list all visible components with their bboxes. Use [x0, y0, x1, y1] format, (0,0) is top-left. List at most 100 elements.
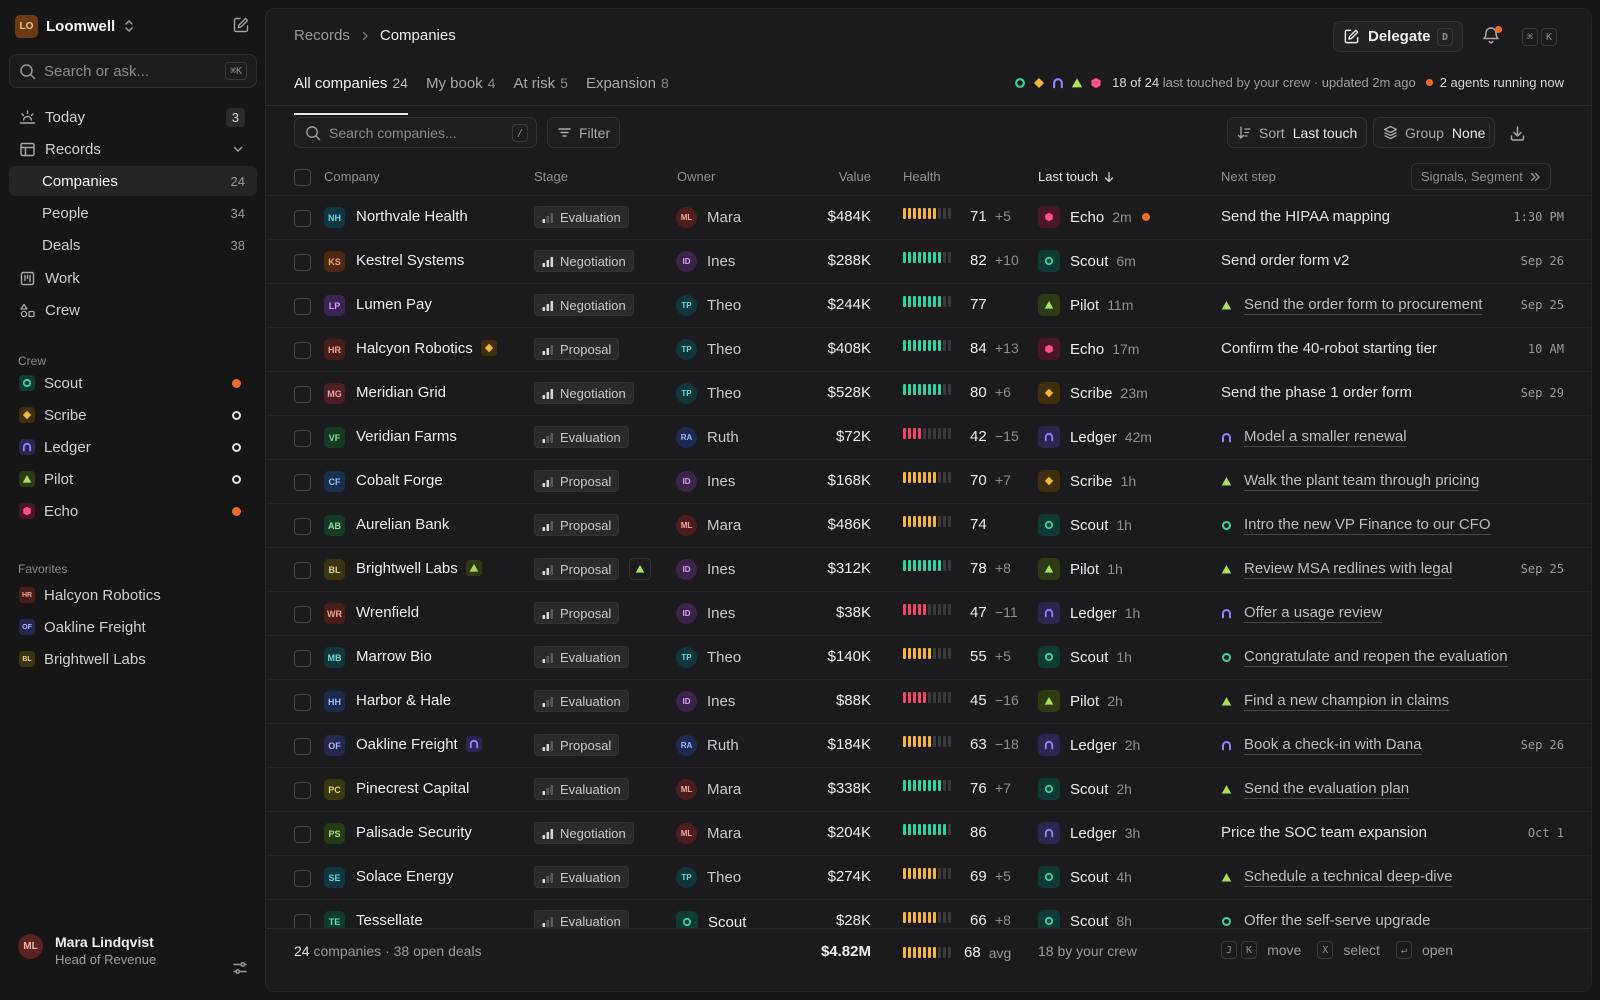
row-checkbox[interactable] [294, 298, 311, 315]
next-step-cell[interactable]: Model a smaller renewal [1221, 428, 1407, 447]
next-step-cell[interactable]: Find a new champion in claims [1221, 692, 1450, 711]
company-name-cell[interactable]: Kestrel Systems [356, 252, 464, 269]
group-button[interactable]: Group None [1373, 117, 1496, 148]
delegate-button[interactable]: Delegate D [1333, 21, 1463, 52]
sidebar-search-input[interactable] [44, 62, 214, 80]
stage-pill[interactable]: Negotiation [534, 382, 634, 404]
next-step-link[interactable]: Model a smaller renewal [1244, 428, 1407, 447]
crew-item-ledger[interactable]: Ledger [9, 432, 257, 462]
table-row[interactable]: PC Pinecrest Capital Evaluation ML Mara $338K… [266, 767, 1591, 811]
company-search[interactable]: / [294, 117, 537, 148]
next-step-link[interactable]: Find a new champion in claims [1244, 692, 1450, 711]
next-step-link[interactable]: Review MSA redlines with legal [1244, 560, 1453, 579]
next-step-link[interactable]: Schedule a technical deep-dive [1244, 868, 1453, 887]
row-checkbox[interactable] [294, 738, 311, 755]
column-health[interactable]: Health [903, 169, 941, 184]
owner-cell[interactable]: TP Theo [676, 647, 741, 668]
column-value[interactable]: Value [839, 169, 871, 184]
table-row[interactable]: HH Harbor & Hale Evaluation ID Ines $88K 45 −16… [266, 679, 1591, 723]
company-name-cell[interactable]: Lumen Pay [356, 296, 432, 313]
next-step-cell[interactable]: Price the SOC team expansion [1221, 824, 1427, 841]
stage-pill[interactable]: Proposal [534, 558, 620, 580]
owner-cell[interactable]: RA Ruth [676, 735, 739, 756]
stage-pill[interactable]: Evaluation [534, 866, 629, 888]
tab-expansion[interactable]: Expansion 8 [586, 73, 669, 113]
table-row[interactable]: PS Palisade Security Negotiation ML Mara $204… [266, 811, 1591, 855]
row-checkbox[interactable] [294, 826, 311, 843]
company-name-cell[interactable]: Cobalt Forge [356, 472, 443, 489]
sidebar-item-crew[interactable]: Crew [9, 295, 257, 325]
stage-pill[interactable]: Evaluation [534, 778, 629, 800]
stage-pill[interactable]: Proposal [534, 470, 620, 492]
next-step-cell[interactable]: Send the evaluation plan [1221, 780, 1410, 799]
last-touch-cell[interactable]: Scout 4h [1038, 866, 1132, 888]
next-step-cell[interactable]: Send the HIPAA mapping [1221, 208, 1390, 225]
next-step-cell[interactable]: Schedule a technical deep-dive [1221, 868, 1453, 887]
next-step-cell[interactable]: Intro the new VP Finance to our CFO [1221, 516, 1491, 535]
table-row[interactable]: AB Aurelian Bank Proposal ML Mara $486K 74 Scou… [266, 503, 1591, 547]
crew-item-scribe[interactable]: Scribe [9, 400, 257, 430]
row-checkbox[interactable] [294, 650, 311, 667]
last-touch-cell[interactable]: Scout 1h [1038, 646, 1132, 668]
company-name-cell[interactable]: Palisade Security [356, 824, 472, 841]
compose-icon[interactable] [232, 16, 250, 34]
company-name-cell[interactable]: Solace Energy [356, 868, 454, 885]
tab-all-companies[interactable]: All companies 24 [294, 73, 408, 115]
next-step-cell[interactable]: Congratulate and reopen the evaluation [1221, 648, 1508, 667]
breadcrumb-parent[interactable]: Records [294, 27, 350, 44]
sort-button[interactable]: Sort Last touch [1227, 117, 1368, 148]
table-row[interactable]: OF Oakline Freight Proposal RA Ruth $184K 63 −1… [266, 723, 1591, 767]
stage-pill[interactable]: Evaluation [534, 646, 629, 668]
next-step-cell[interactable]: Offer a usage review [1221, 604, 1383, 623]
next-step-link[interactable]: Intro the new VP Finance to our CFO [1244, 516, 1491, 535]
column-last-touch[interactable]: Last touch [1038, 169, 1114, 184]
next-step-link[interactable]: Offer a usage review [1244, 604, 1383, 623]
row-checkbox[interactable] [294, 870, 311, 887]
company-search-input[interactable] [329, 124, 509, 141]
sidebar-item-people[interactable]: People 34 [9, 198, 257, 228]
select-all-checkbox[interactable] [294, 169, 311, 186]
command-menu-shortcut[interactable]: ⌘ K [1522, 28, 1558, 46]
next-step-cell[interactable]: Send order form v2 [1221, 252, 1349, 269]
table-row[interactable]: VF Veridian Farms Evaluation RA Ruth $72K 42 −1… [266, 415, 1591, 459]
chevron-down-icon[interactable] [232, 143, 244, 155]
company-name-cell[interactable]: Northvale Health [356, 208, 468, 225]
company-name-cell[interactable]: Brightwell Labs [356, 560, 482, 577]
table-row[interactable]: SE Solace Energy Evaluation TP Theo $274K 69 +5… [266, 855, 1591, 899]
last-touch-cell[interactable]: Scribe 23m [1038, 382, 1148, 404]
sidebar-item-companies[interactable]: Companies 24 [9, 166, 257, 196]
row-checkbox[interactable] [294, 386, 311, 403]
company-name-cell[interactable]: Pinecrest Capital [356, 780, 469, 797]
owner-cell[interactable]: ID Ines [676, 471, 735, 492]
column-company[interactable]: Company [324, 169, 380, 184]
table-row[interactable]: KS Kestrel Systems Negotiation ID Ines $288K 8… [266, 239, 1591, 283]
stage-pill[interactable]: Proposal [534, 514, 620, 536]
download-icon[interactable] [1509, 125, 1526, 142]
column-next-step[interactable]: Next step [1221, 169, 1276, 184]
crew-item-scout[interactable]: Scout [9, 368, 257, 398]
company-name-cell[interactable]: Tessellate [356, 912, 423, 929]
company-name-cell[interactable]: Wrenfield [356, 604, 419, 621]
sidebar-item-today[interactable]: Today 3 [9, 102, 257, 132]
user-profile[interactable]: ML Mara Lindqvist Head of Revenue [18, 934, 156, 967]
last-touch-cell[interactable]: Pilot 2h [1038, 690, 1123, 712]
next-step-cell[interactable]: Send the phase 1 order form [1221, 384, 1412, 401]
owner-cell[interactable]: ML Mara [676, 779, 741, 800]
crew-item-echo[interactable]: Echo [9, 496, 257, 526]
owner-cell[interactable]: ID Ines [676, 691, 735, 712]
last-touch-cell[interactable]: Pilot 11m [1038, 294, 1133, 316]
sidebar-search[interactable]: ⌘K [9, 54, 257, 88]
last-touch-cell[interactable]: Scribe 1h [1038, 470, 1136, 492]
row-checkbox[interactable] [294, 342, 311, 359]
owner-cell[interactable]: ID Ines [676, 603, 735, 624]
sidebar-item-work[interactable]: Work [9, 263, 257, 293]
stage-pill[interactable]: Evaluation [534, 426, 629, 448]
last-touch-cell[interactable]: Ledger 42m [1038, 426, 1152, 448]
stage-pill[interactable]: Evaluation [534, 206, 629, 228]
company-name-cell[interactable]: Meridian Grid [356, 384, 446, 401]
row-checkbox[interactable] [294, 782, 311, 799]
sidebar-item-deals[interactable]: Deals 38 [9, 230, 257, 260]
next-step-cell[interactable]: Book a check-in with Dana [1221, 736, 1422, 755]
next-step-cell[interactable]: Send the order form to procurement [1221, 296, 1483, 315]
table-row[interactable]: CF Cobalt Forge Proposal ID Ines $168K 70 +7 Scr… [266, 459, 1591, 503]
